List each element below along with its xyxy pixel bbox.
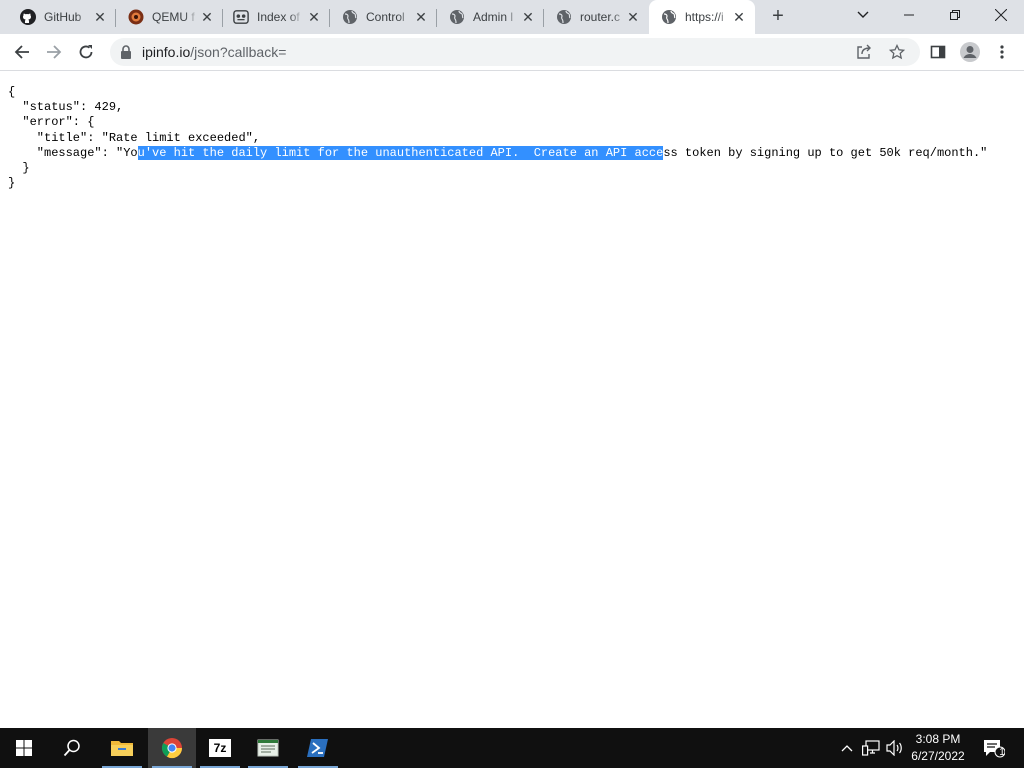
clock-time: 3:08 PM (915, 732, 961, 746)
tab-admin[interactable]: Admin l ✕ (437, 0, 544, 34)
close-window-button[interactable] (978, 0, 1024, 30)
arrow-left-icon (14, 45, 29, 59)
minimize-button[interactable] (886, 0, 932, 30)
close-tab-icon[interactable]: ✕ (520, 9, 536, 25)
file-explorer-button[interactable] (98, 728, 146, 768)
windows-taskbar: 7z 3:08 PM 6/27/2022 1 (0, 728, 1024, 768)
7zip-icon: 7z (209, 739, 231, 757)
start-icon (16, 740, 32, 756)
network-tray-button[interactable] (860, 728, 882, 768)
profile-button[interactable] (956, 38, 984, 66)
kebab-menu-icon (1000, 45, 1004, 59)
github-icon (20, 9, 36, 25)
tab-title: GitHub (44, 10, 82, 24)
restore-button[interactable] (932, 0, 978, 30)
json-line: } (8, 161, 30, 176)
arrow-right-icon (47, 45, 62, 59)
start-button[interactable] (0, 728, 48, 768)
close-tab-icon[interactable]: ✕ (731, 9, 747, 25)
7zip-button[interactable]: 7z (196, 728, 244, 768)
close-icon (995, 9, 1007, 21)
tab-router[interactable]: router.c ✕ (544, 0, 649, 34)
tab-index-of[interactable]: Index of ✕ (223, 0, 330, 34)
chevron-up-icon (841, 745, 853, 752)
json-line: "status": 429, (8, 100, 124, 115)
new-tab-button[interactable]: + (766, 5, 790, 29)
powershell-icon (307, 739, 328, 757)
url-host: ipinfo.io (142, 44, 191, 60)
close-tab-icon[interactable]: ✕ (413, 9, 429, 25)
tab-control[interactable]: Control ✕ (330, 0, 437, 34)
volume-tray-button[interactable] (884, 728, 906, 768)
close-tab-icon[interactable]: ✕ (199, 9, 215, 25)
avatar-icon (960, 42, 980, 62)
tab-ipinfo-active[interactable]: https://i ✕ (649, 0, 755, 34)
chevron-down-icon (857, 11, 869, 18)
notepad-button[interactable] (244, 728, 292, 768)
bookmark-star-icon[interactable] (889, 44, 905, 60)
globe-icon (556, 9, 572, 25)
forward-button[interactable] (40, 38, 68, 66)
json-text: "message": "Yo (8, 145, 138, 160)
json-response: { "status": 429, "error": { "title": "Ra… (8, 85, 987, 191)
tab-search-button[interactable] (840, 0, 886, 30)
notepad-icon (257, 739, 279, 757)
close-tab-icon[interactable]: ✕ (625, 9, 641, 25)
globe-icon (342, 9, 358, 25)
tab-strip: GitHub ✕ QEMU f ✕ Index of ✕ Control ✕ A… (0, 0, 1024, 34)
share-icon[interactable] (856, 44, 872, 60)
notification-count: 1 (999, 747, 1005, 758)
globe-icon (661, 9, 677, 25)
search-icon (63, 739, 80, 757)
action-center-button[interactable]: 1 (980, 728, 1008, 768)
close-tab-icon[interactable]: ✕ (306, 9, 322, 25)
address-bar[interactable]: ipinfo.io/json?callback= (110, 38, 920, 66)
network-icon (862, 740, 880, 756)
qemu-icon (128, 9, 144, 25)
side-panel-icon (930, 45, 946, 59)
url-text: ipinfo.io/json?callback= (142, 44, 286, 60)
tab-title: Control (366, 10, 405, 24)
side-panel-button[interactable] (924, 38, 952, 66)
show-hidden-icons-button[interactable] (838, 728, 856, 768)
lock-icon[interactable] (120, 44, 132, 65)
json-line-message: "message": "You've hit the daily limit f… (8, 145, 988, 160)
tab-title: Admin l (473, 10, 514, 24)
text-selection: u've hit the daily limit for the unauthe… (137, 145, 664, 160)
json-line: } (8, 176, 16, 191)
reload-icon (79, 45, 93, 59)
json-line: "title": "Rate limit exceeded", (8, 130, 261, 145)
chrome-icon (161, 738, 183, 759)
tab-title: QEMU f (152, 10, 195, 24)
chrome-taskbar-button[interactable] (148, 728, 196, 768)
file-explorer-icon (111, 741, 133, 756)
url-path: /json?callback= (190, 44, 287, 60)
json-text: ss token by signing up to get 50k req/mo… (663, 145, 988, 160)
clock-date: 6/27/2022 (911, 749, 965, 763)
taskbar-clock[interactable]: 3:08 PM 6/27/2022 (905, 731, 971, 765)
json-line: { (8, 85, 16, 99)
globe-icon (449, 9, 465, 25)
json-line: "error": { (8, 115, 95, 130)
search-button[interactable] (48, 728, 96, 768)
page-content: { "status": 429, "error": { "title": "Ra… (0, 72, 1024, 728)
close-tab-icon[interactable]: ✕ (92, 9, 108, 25)
back-button[interactable] (8, 38, 36, 66)
tab-qemu[interactable]: QEMU f ✕ (116, 0, 223, 34)
tab-title: Index of (257, 10, 300, 24)
reload-button[interactable] (72, 38, 100, 66)
browser-toolbar: ipinfo.io/json?callback= (0, 34, 1024, 71)
index-icon (233, 9, 249, 25)
minimize-icon (904, 14, 914, 16)
restore-icon (950, 10, 960, 20)
powershell-button[interactable] (294, 728, 342, 768)
tab-title: router.c (580, 10, 621, 24)
tab-github[interactable]: GitHub ✕ (0, 0, 116, 34)
tab-title: https://i (685, 10, 724, 24)
menu-button[interactable] (988, 38, 1016, 66)
speaker-icon (886, 740, 902, 756)
